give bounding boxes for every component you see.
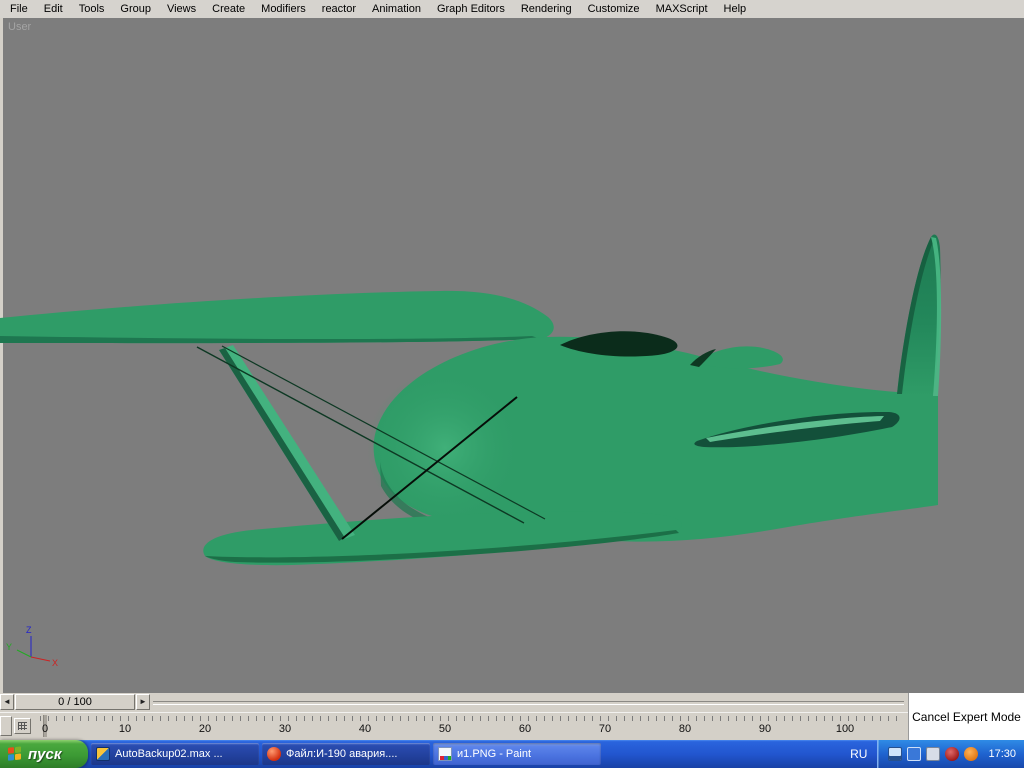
ruler-tick-label: 30 [278,723,292,735]
time-slider-row: ◄ 0 / 100 ► [0,693,908,712]
ruler-tick-label: 0 [41,723,49,735]
upper-wing [0,290,554,344]
biplane-model[interactable] [0,234,942,566]
ruler-tick-label: 70 [598,723,612,735]
network-icon[interactable] [907,747,922,761]
next-frame-button[interactable]: ► [136,694,150,710]
viewport-label: User [8,21,32,33]
taskbar: пуск AutoBackup02.max ... Файл:И-190 ава… [0,740,1024,768]
open-mini-curve-editor-button[interactable] [14,718,31,734]
ruler-tick-label: 50 [438,723,452,735]
nose-highlight [367,370,523,526]
ruler-tick-label: 80 [678,723,692,735]
axis-x-line [30,656,51,662]
ruler-tick-label: 40 [358,723,372,735]
menu-item-create[interactable]: Create [204,0,253,18]
menu-bar: File Edit Tools Group Views Create Modifiers re… [0,0,1024,18]
track-bar-left-cap [0,716,12,736]
ruler-tick-label: 10 [118,723,132,735]
menu-item-group[interactable]: Group [112,0,159,18]
taskbar-item-label: и1.PNG - Paint [457,748,532,760]
ruler-tick-label: 20 [198,723,212,735]
axis-y-line [16,649,32,658]
menu-item-reactor[interactable]: reactor [314,0,364,18]
taskbar-item-autobackup-max[interactable]: AutoBackup02.max ... [91,743,259,765]
language-indicator[interactable]: RU [840,747,877,761]
taskbar-item-label: Файл:И-190 авария.... [286,748,398,760]
ruler-tick-label: 60 [518,723,532,735]
menu-item-tools[interactable]: Tools [71,0,113,18]
start-button[interactable]: пуск [0,740,88,768]
ruler-tick-label: 90 [758,723,772,735]
menu-item-views[interactable]: Views [159,0,204,18]
start-button-label: пуск [28,745,62,763]
wing-strut-shadow-edge [219,348,345,541]
time-slider-track[interactable] [153,701,904,705]
track-bar[interactable]: 0 10 20 30 40 50 60 70 80 90 100 [0,712,908,740]
system-tray: 17:30 [877,740,1024,768]
menu-item-edit[interactable]: Edit [36,0,71,18]
track-bar-ruler[interactable]: 0 10 20 30 40 50 60 70 80 90 100 [36,713,908,740]
menu-item-help[interactable]: Help [716,0,755,18]
paint-icon [438,747,452,761]
menu-item-animation[interactable]: Animation [364,0,429,18]
messenger-icon[interactable] [945,747,960,761]
taskbar-item-browser[interactable]: Файл:И-190 авария.... [262,743,430,765]
ruler-ticks [40,716,900,721]
taskbar-item-label: AutoBackup02.max ... [115,748,223,760]
display-icon[interactable] [888,747,903,761]
3dsmax-file-icon [96,747,110,761]
menu-item-rendering[interactable]: Rendering [513,0,580,18]
previous-frame-button[interactable]: ◄ [0,694,14,710]
antivirus-icon[interactable] [926,747,941,761]
axis-y-label: Y [6,642,12,652]
scene-canvas: Z X Y [0,234,942,668]
axis-x-label: X [52,658,58,668]
viewport-user[interactable]: Z X Y User [0,18,1024,693]
menu-item-graph-editors[interactable]: Graph Editors [429,0,513,18]
axis-z-label: Z [26,625,32,635]
menu-item-file[interactable]: File [2,0,36,18]
menu-item-customize[interactable]: Customize [580,0,648,18]
time-slider-thumb[interactable]: 0 / 100 [15,694,135,710]
cancel-expert-mode-button[interactable]: Cancel Expert Mode [908,693,1024,740]
world-axis-tripod: Z X Y [6,625,58,668]
windows-logo-icon [8,746,23,762]
menu-item-maxscript[interactable]: MAXScript [648,0,716,18]
volume-icon[interactable] [964,747,979,761]
headrest-fairing [697,346,783,369]
menu-item-modifiers[interactable]: Modifiers [253,0,314,18]
browser-icon [267,747,281,761]
taskbar-clock[interactable]: 17:30 [988,748,1016,760]
ruler-tick-label: 100 [835,723,855,735]
mini-curve-editor-icon [18,722,27,730]
taskbar-item-paint[interactable]: и1.PNG - Paint [433,743,601,765]
